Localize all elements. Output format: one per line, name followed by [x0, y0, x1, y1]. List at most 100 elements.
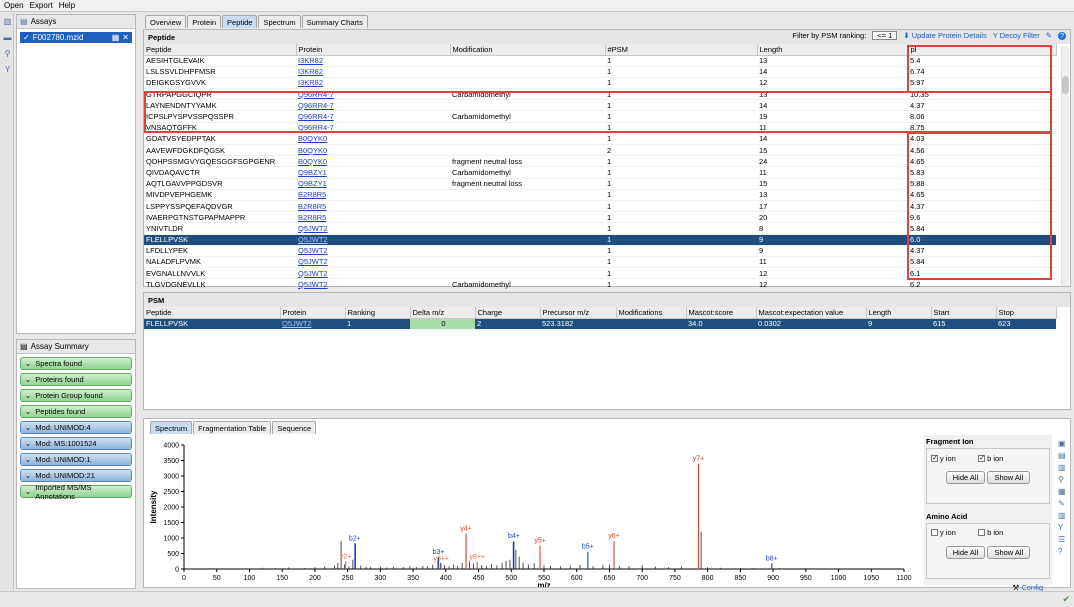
protein-link[interactable]: Q5JWT2: [296, 267, 450, 280]
column-header[interactable]: Protein: [296, 44, 451, 56]
filter-icon[interactable]: Y: [1058, 523, 1068, 535]
column-header[interactable]: Mascot:score: [686, 307, 757, 319]
table-icon[interactable]: ▦: [112, 33, 120, 42]
assay-item[interactable]: ✓ F002780.mzid ▦ ✕: [20, 32, 132, 43]
edit-icon[interactable]: ✎: [1046, 31, 1052, 40]
tab-summary-charts[interactable]: Summary Charts: [301, 15, 368, 28]
protein-link[interactable]: Q9BZY1: [296, 178, 450, 190]
aa-hide-all-button[interactable]: Hide All: [945, 546, 986, 559]
table-row[interactable]: MIVDPVEPHGEMK B2R8R5 1 13 4.65: [144, 189, 1056, 201]
column-header[interactable]: Mascot:expectation value: [756, 307, 867, 319]
ruler-icon[interactable]: ▦: [1058, 487, 1068, 499]
save-icon[interactable]: ▣: [1058, 439, 1068, 451]
column-header[interactable]: Start: [931, 307, 997, 319]
protein-link[interactable]: Q9BZY1: [296, 166, 450, 179]
help-icon[interactable]: ?: [1058, 31, 1066, 40]
summary-item[interactable]: ⌄ Protein Group found: [20, 389, 132, 402]
protein-link[interactable]: Q5JWT2: [280, 318, 345, 330]
protein-link[interactable]: Q5JWT2: [296, 222, 450, 235]
column-header[interactable]: Modification: [450, 44, 606, 56]
protein-link[interactable]: B2R8R5: [296, 189, 450, 201]
summary-item[interactable]: ⌄ Peptides found: [20, 405, 132, 418]
protein-link[interactable]: B0QYK0: [296, 144, 450, 157]
y-ion-checkbox[interactable]: ✓ y ion: [931, 454, 956, 463]
tab-sequence[interactable]: Sequence: [272, 421, 317, 434]
close-icon[interactable]: ✕: [122, 33, 129, 42]
summary-item[interactable]: ⌄ Mod: MS:1001524: [20, 437, 132, 450]
chart-icon[interactable]: ▥: [3, 17, 12, 26]
column-header[interactable]: Ranking: [345, 307, 411, 319]
table-row[interactable]: LAYNENDNTYYAMK Q96RR4-7 1 14 4.37: [144, 99, 1056, 112]
decoy-filter-button[interactable]: Y Decoy Filter: [993, 31, 1040, 40]
protein-link[interactable]: I3KR82: [296, 55, 450, 67]
table-row[interactable]: NALADFLPVMK Q5JWT2 1 11 5.84: [144, 256, 1056, 269]
table-row[interactable]: GTRPAPGGCIQPR Q96RR4-7 Carbamidomethyl 1 13 1…: [144, 88, 1056, 101]
protein-link[interactable]: B0QYK0: [296, 155, 450, 168]
folder-icon[interactable]: ▬: [3, 33, 12, 42]
protein-link[interactable]: Q96RR4-7: [296, 88, 450, 101]
protein-link[interactable]: Q5JWT2: [296, 234, 450, 246]
protein-link[interactable]: I3KR82: [296, 77, 450, 90]
protein-link[interactable]: I3KR82: [296, 66, 450, 78]
tab-overview[interactable]: Overview: [145, 15, 187, 28]
protein-link[interactable]: B0QYK0: [296, 133, 450, 146]
summary-item[interactable]: ⌄ Mod: UNIMOD:4: [20, 421, 132, 434]
column-header[interactable]: Peptide: [144, 307, 281, 319]
protein-link[interactable]: Q5JWT2: [296, 278, 450, 291]
help-icon[interactable]: ?: [1058, 547, 1068, 559]
column-header[interactable]: pI: [908, 44, 1057, 56]
peptide-scroll-thumb[interactable]: [1062, 76, 1069, 94]
column-header[interactable]: Precursor m/z: [540, 307, 617, 319]
table-row[interactable]: AESIHTGLEVAIK I3KR82 1 13 5.4: [144, 55, 1056, 67]
protein-link[interactable]: Q5JWT2: [296, 245, 450, 257]
table-row[interactable]: TLGVDGNEVLLK Q5JWT2 Carbamidomethyl 1 12 6.2: [144, 278, 1056, 291]
tab-spectrum-view[interactable]: Spectrum: [150, 421, 193, 434]
column-header[interactable]: #PSM: [605, 44, 758, 56]
psm-ranking-select[interactable]: <= 1: [872, 31, 898, 40]
table-row[interactable]: VNSAQTGFFK Q96RR4-7 1 11 8.75: [144, 122, 1056, 134]
table-row[interactable]: LSPPYSSPQEFAQDVGR B2R8R5 1 17 4.37: [144, 200, 1056, 213]
menu-help[interactable]: Help: [59, 1, 75, 10]
peptide-scrollbar[interactable]: [1061, 46, 1069, 286]
list-icon[interactable]: ☰: [1058, 535, 1068, 547]
table-row[interactable]: AAVEWFDGKDFQGSK B0QYK0 2 15 4.56: [144, 144, 1056, 157]
chart-icon[interactable]: ▥: [1058, 511, 1068, 523]
summary-item[interactable]: ⌄ Mod: UNIMOD:21: [20, 469, 132, 482]
protein-link[interactable]: B2R8R5: [296, 200, 450, 213]
table-row[interactable]: EVGNALLNVVLK Q5JWT2 1 12 6.1: [144, 267, 1056, 280]
tab-peptide[interactable]: Peptide: [222, 15, 258, 28]
protein-link[interactable]: B2R8R5: [296, 211, 450, 224]
menu-export[interactable]: Export: [30, 1, 53, 10]
table-row[interactable]: DEIGKGSYGVVK I3KR82 1 12 5.97: [144, 77, 1056, 90]
update-protein-details-button[interactable]: ⬇ Update Protein Details: [903, 31, 986, 40]
column-header[interactable]: Delta m/z: [410, 307, 476, 319]
table-row[interactable]: ICPSLPYSPVSSPQSSPR Q96RR4-7 Carbamidomethy…: [144, 110, 1056, 123]
column-header[interactable]: Length: [866, 307, 932, 319]
b-ion-checkbox[interactable]: ✓ b ion: [978, 454, 1003, 463]
column-header[interactable]: Protein: [280, 307, 346, 319]
aa-show-all-button[interactable]: Show All: [987, 546, 1031, 559]
tab-spectrum[interactable]: Spectrum: [258, 15, 301, 28]
table-row[interactable]: GDATVSYEDPPTAK B0QYK0 1 14 4.03: [144, 133, 1056, 146]
fragment-hide-all-button[interactable]: Hide All: [945, 471, 986, 484]
copy-icon[interactable]: ▥: [1058, 463, 1068, 475]
table-row[interactable]: YNIVTLDR Q5JWT2 1 8 5.84: [144, 222, 1056, 235]
column-header[interactable]: Charge: [475, 307, 541, 319]
fragment-show-all-button[interactable]: Show All: [987, 471, 1031, 484]
protein-link[interactable]: Q96RR4-7: [296, 110, 450, 123]
protein-link[interactable]: Q5JWT2: [296, 256, 450, 269]
table-row[interactable]: FLELLPVSK Q5JWT2 1 0 2 523.3182 34.0 0.0302 9 615…: [144, 318, 1056, 330]
zoom-icon[interactable]: ⚲: [1058, 475, 1068, 487]
summary-item[interactable]: ⌄ Proteins found: [20, 373, 132, 386]
table-row[interactable]: QIVDAQAVCTR Q9BZY1 Carbamidomethyl 1 11 5.83: [144, 166, 1056, 179]
column-header[interactable]: Modifications: [616, 307, 687, 319]
table-row[interactable]: QDHPSSMGVYGQESGGFSGPGENR B0QYK0 fragment n…: [144, 155, 1056, 168]
protein-link[interactable]: Q96RR4-7: [296, 99, 450, 112]
search-icon[interactable]: ⚲: [3, 49, 12, 58]
table-row[interactable]: LFDLLYPEK Q5JWT2 1 9 4.37: [144, 245, 1056, 257]
aa-y-ion-checkbox[interactable]: y ion: [931, 528, 956, 537]
aa-b-ion-checkbox[interactable]: b ion: [978, 528, 1003, 537]
print-icon[interactable]: ▤: [1058, 451, 1068, 463]
summary-item[interactable]: ⌄ Imported MS/MS Annotations: [20, 483, 132, 501]
table-row[interactable]: LSLSSVLDHPFMSR I3KR82 1 14 6.74: [144, 66, 1056, 78]
